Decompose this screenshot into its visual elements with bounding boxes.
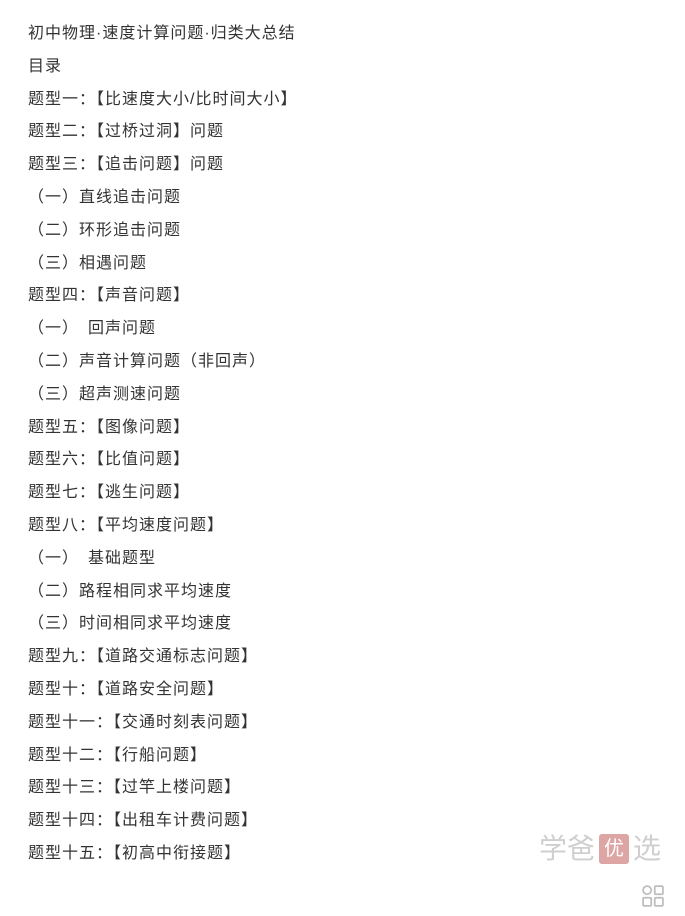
- toc-line: 题型六：【比值问题】: [28, 444, 657, 477]
- toc-line: 题型十一：【交通时刻表问题】: [28, 707, 657, 740]
- toc-line: （二）路程相同求平均速度: [28, 576, 657, 609]
- toc-line: （三）相遇问题: [28, 248, 657, 281]
- toc-line: 题型四：【声音问题】: [28, 280, 657, 313]
- toc-line: 题型十四：【出租车计费问题】: [28, 805, 657, 838]
- toc-line: 题型九：【道路交通标志问题】: [28, 641, 657, 674]
- toc-line: （一） 基础题型: [28, 543, 657, 576]
- toc-line: 题型二：【过桥过洞】问题: [28, 116, 657, 149]
- toc-line: （一） 回声问题: [28, 313, 657, 346]
- toc-line: 题型十二：【行船问题】: [28, 740, 657, 773]
- toc-line: 题型五：【图像问题】: [28, 412, 657, 445]
- toc-line: 题型十三：【过竿上楼问题】: [28, 772, 657, 805]
- toc-heading: 目录: [28, 51, 657, 84]
- toc-line: 题型十五：【初高中衔接题】: [28, 838, 657, 871]
- toc-line: 题型八：【平均速度问题】: [28, 510, 657, 543]
- toc-line: 题型十：【道路安全问题】: [28, 674, 657, 707]
- toc-line: 题型七：【逃生问题】: [28, 477, 657, 510]
- grid-icon: [639, 882, 667, 910]
- toc-line: 题型三：【追击问题】问题: [28, 149, 657, 182]
- toc-line: （一）直线追击问题: [28, 182, 657, 215]
- toc-line: 题型一：【比速度大小/比时间大小】: [28, 84, 657, 117]
- toc-line: （三）时间相同求平均速度: [28, 608, 657, 641]
- document-title: 初中物理·速度计算问题·归类大总结: [28, 18, 657, 51]
- toc-line: （二）声音计算问题（非回声）: [28, 346, 657, 379]
- toc-line: （二）环形追击问题: [28, 215, 657, 248]
- toc-line: （三）超声测速问题: [28, 379, 657, 412]
